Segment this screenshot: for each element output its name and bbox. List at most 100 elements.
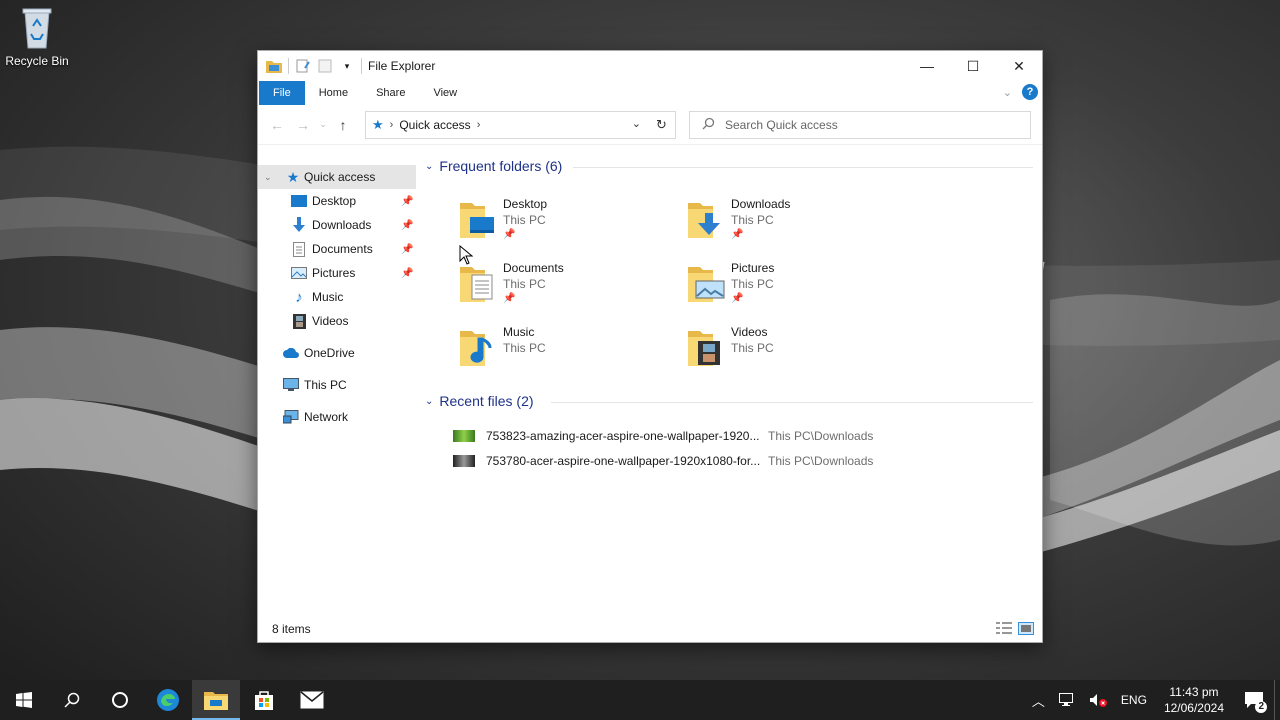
sidebar-item-onedrive[interactable]: OneDrive [258, 341, 416, 365]
folder-location: This PC [503, 213, 546, 227]
image-thumbnail-icon [453, 430, 475, 442]
recycle-bin-icon [17, 6, 57, 50]
explorer-folder-icon [266, 58, 282, 74]
properties-icon[interactable] [295, 58, 311, 74]
folder-tile-music[interactable]: Music This PC [458, 325, 678, 383]
notification-count: 2 [1255, 701, 1267, 713]
search-box[interactable] [689, 111, 1031, 139]
action-center-button[interactable]: 2 [1234, 680, 1274, 720]
pictures-folder-icon [686, 261, 730, 305]
new-folder-icon[interactable] [317, 58, 333, 74]
sidebar-item-videos[interactable]: Videos [258, 309, 416, 333]
search-button[interactable] [48, 680, 96, 720]
forward-arrow-icon[interactable]: → [290, 113, 316, 137]
details-view-icon[interactable] [996, 622, 1012, 635]
start-button[interactable] [0, 680, 48, 720]
recent-file-name: 753823-amazing-acer-aspire-one-wallpaper… [486, 429, 760, 443]
large-icons-view-icon[interactable] [1018, 622, 1034, 635]
sidebar-item-this-pc[interactable]: This PC [258, 373, 416, 397]
taskbar-edge[interactable] [144, 680, 192, 720]
folder-tile-downloads[interactable]: Downloads This PC 📌 [686, 197, 906, 255]
chevron-down-icon[interactable]: ⌄ [264, 172, 272, 183]
sidebar-item-quick-access[interactable]: ⌄ ★ Quick access [258, 165, 416, 189]
refresh-icon[interactable]: ↻ [648, 111, 676, 139]
sidebar-item-downloads[interactable]: Downloads 📌 [258, 213, 416, 237]
tab-share[interactable]: Share [362, 81, 419, 105]
title-bar[interactable]: ▾ File Explorer — ☐ ✕ [258, 51, 1042, 81]
search-input[interactable] [725, 118, 1005, 132]
breadcrumb-chevron-icon[interactable]: › [477, 119, 481, 131]
window-title: File Explorer [368, 59, 436, 73]
cortana-button[interactable] [96, 680, 144, 720]
show-hidden-icons-chevron-icon[interactable]: ︿ [1025, 691, 1052, 710]
folder-location: This PC [731, 277, 774, 291]
recent-file-name: 753780-acer-aspire-one-wallpaper-1920x10… [486, 454, 761, 468]
recent-locations-chevron-icon[interactable]: ⌄ [316, 113, 330, 137]
tab-view[interactable]: View [419, 81, 471, 105]
recent-file-row[interactable]: 753823-amazing-acer-aspire-one-wallpaper… [453, 426, 873, 446]
sidebar-item-desktop[interactable]: Desktop 📌 [258, 189, 416, 213]
address-bar[interactable]: ★ › Quick access › ⌄ [365, 111, 676, 139]
recent-files-header[interactable]: ⌄ Recent files (2) [425, 393, 534, 409]
music-folder-icon [458, 325, 502, 369]
minimize-button[interactable]: — [904, 51, 950, 81]
sidebar-item-label: Quick access [304, 170, 376, 184]
group-divider [551, 402, 1033, 403]
sidebar-item-music[interactable]: ♪ Music [258, 285, 416, 309]
taskbar-file-explorer[interactable] [192, 680, 240, 720]
folder-location: This PC [503, 277, 546, 291]
frequent-folders-header[interactable]: ⌄ Frequent folders (6) [425, 158, 562, 174]
folder-tile-desktop[interactable]: Desktop This PC 📌 [458, 197, 678, 255]
network-status-icon[interactable] [1052, 693, 1082, 707]
tab-file[interactable]: File [259, 81, 305, 105]
maximize-button[interactable]: ☐ [950, 51, 996, 81]
sidebar-item-label: This PC [304, 378, 347, 392]
ribbon-tabs: File Home Share View ⌄ ? [258, 81, 1042, 105]
sidebar-item-pictures[interactable]: Pictures 📌 [258, 261, 416, 285]
close-button[interactable]: ✕ [996, 51, 1042, 81]
toolbar-divider [361, 58, 362, 74]
group-header-label: Recent files (2) [439, 393, 534, 409]
breadcrumb-quick-access[interactable]: Quick access [399, 118, 470, 132]
volume-muted-icon[interactable] [1082, 693, 1114, 707]
mouse-cursor-icon [459, 245, 473, 265]
search-icon [64, 692, 80, 708]
quick-access-toolbar: ▾ [258, 51, 362, 81]
sidebar-item-network[interactable]: Network [258, 405, 416, 429]
pin-icon: 📌 [401, 267, 414, 279]
sidebar-item-documents[interactable]: Documents 📌 [258, 237, 416, 261]
tab-home[interactable]: Home [305, 81, 362, 105]
customize-toolbar-chevron-icon[interactable]: ▾ [339, 58, 355, 74]
expand-ribbon-chevron-icon[interactable]: ⌄ [1003, 86, 1012, 99]
taskbar-mail[interactable] [288, 680, 336, 720]
folder-tile-videos[interactable]: Videos This PC [686, 325, 906, 383]
windows-logo-icon [16, 692, 32, 708]
quick-access-star-icon: ★ [372, 117, 384, 132]
folder-tile-pictures[interactable]: Pictures This PC 📌 [686, 261, 906, 319]
pin-icon: 📌 [731, 293, 744, 304]
sidebar-item-label: OneDrive [304, 346, 355, 360]
taskbar-store[interactable] [240, 680, 288, 720]
pin-icon: 📌 [401, 219, 414, 231]
sidebar-item-label: Pictures [312, 266, 356, 280]
recent-file-row[interactable]: 753780-acer-aspire-one-wallpaper-1920x10… [453, 451, 873, 471]
help-icon[interactable]: ? [1022, 84, 1038, 100]
up-arrow-icon[interactable]: ↑ [330, 113, 356, 137]
status-bar: 8 items [258, 616, 1042, 642]
sidebar-item-label: Network [304, 410, 349, 424]
back-arrow-icon[interactable]: ← [264, 113, 290, 137]
address-history-chevron-icon[interactable]: ⌄ [632, 117, 641, 130]
videos-folder-icon [686, 325, 730, 369]
breadcrumb-chevron-icon[interactable]: › [390, 119, 394, 131]
cloud-icon [283, 345, 299, 361]
sidebar-item-label: Documents [312, 242, 373, 256]
search-icon [702, 117, 715, 133]
show-desktop-button[interactable] [1274, 680, 1280, 720]
clock[interactable]: 11:43 pm 12/06/2024 [1154, 684, 1234, 716]
folder-name: Desktop [503, 197, 548, 211]
input-language[interactable]: ENG [1114, 693, 1154, 707]
document-icon [291, 241, 307, 257]
sidebar-item-label: Videos [312, 314, 349, 328]
recycle-bin-shortcut[interactable]: Recycle Bin [4, 6, 70, 68]
folder-tile-documents[interactable]: Documents This PC 📌 [458, 261, 678, 319]
